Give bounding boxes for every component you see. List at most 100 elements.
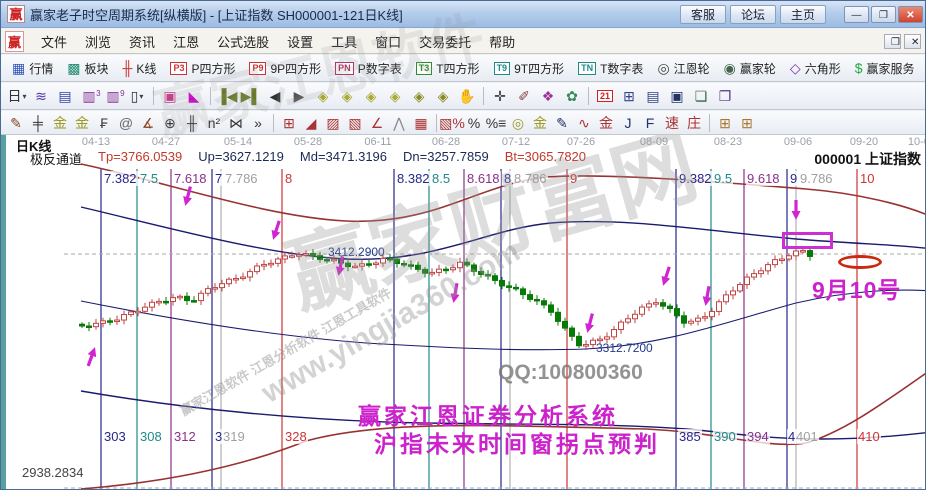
- angle-lines-icon[interactable]: ∠: [366, 113, 388, 133]
- arc-shade-icon[interactable]: ▧: [344, 113, 366, 133]
- compress-v-diamond-icon[interactable]: ◈: [407, 85, 431, 107]
- hash-ruler-icon[interactable]: ╪: [27, 113, 49, 133]
- calculator-icon[interactable]: ⊞: [617, 85, 641, 107]
- grid-b-icon[interactable]: ⊞: [736, 113, 758, 133]
- compress-h-diamond-icon[interactable]: ◈: [359, 85, 383, 107]
- screen-copy-icon[interactable]: ❏: [689, 85, 713, 107]
- chart-area[interactable]: 日K线 04-1304-2705-1405-2806-1106-2807-120…: [1, 135, 926, 490]
- period-style-dropdown-icon[interactable]: ▾: [22, 92, 26, 101]
- t-square-button[interactable]: T3T四方形: [409, 57, 487, 80]
- quotes-button[interactable]: ▦行情: [5, 57, 60, 80]
- gann-wheel-button[interactable]: ◎江恩轮: [650, 57, 716, 80]
- banker-angle-icon[interactable]: 庄: [683, 113, 705, 133]
- f-ruler-icon[interactable]: ₣: [93, 113, 115, 133]
- p-square-button[interactable]: P3P四方形: [163, 57, 242, 80]
- save-disk-icon[interactable]: ▣: [665, 85, 689, 107]
- p-number-table-button[interactable]: PNP数字表: [328, 57, 409, 80]
- f-angle-icon[interactable]: F: [639, 113, 661, 133]
- homepage-button[interactable]: 主页: [780, 5, 826, 24]
- 9t-square-button[interactable]: T99T四方形: [487, 57, 572, 80]
- close-button[interactable]: ✕: [898, 6, 923, 23]
- 9p-square-button[interactable]: P99P四方形: [242, 57, 328, 80]
- mirror-tool-icon[interactable]: ⋈: [225, 113, 247, 133]
- angle-measure-icon[interactable]: ∡: [137, 113, 159, 133]
- n-squared-icon[interactable]: n²: [203, 113, 225, 133]
- calendar-icon[interactable]: 21: [593, 85, 617, 107]
- gann-flower-icon[interactable]: ❖: [536, 85, 560, 107]
- menu-item-help[interactable]: 帮助: [480, 30, 524, 53]
- bars-3-icon[interactable]: ▥3: [77, 85, 101, 107]
- winner-wheel-button[interactable]: ◉赢家轮: [717, 57, 783, 80]
- candle-body: [360, 264, 365, 266]
- sectors-button[interactable]: ▩板块: [60, 57, 115, 80]
- calendar-badge-icon: 21: [597, 90, 613, 102]
- mdi-close-button[interactable]: ✕: [904, 34, 921, 49]
- single-candle-icon[interactable]: ▯▾: [125, 85, 149, 107]
- export-tool-icon[interactable]: ❐: [713, 85, 737, 107]
- period-style-icon[interactable]: 日▾: [5, 85, 29, 107]
- spiral-icon[interactable]: @: [115, 113, 137, 133]
- arc-box-icon[interactable]: ▨: [322, 113, 344, 133]
- app-logo-icon: 赢: [7, 5, 25, 23]
- gold-wave-icon[interactable]: 金: [595, 113, 617, 133]
- grid-a-icon[interactable]: ⊞: [714, 113, 736, 133]
- mdi-restore-button[interactable]: ❐: [884, 34, 901, 49]
- gold-lines-icon[interactable]: 金: [529, 113, 551, 133]
- expand-h-diamond-icon[interactable]: ◈: [383, 85, 407, 107]
- step-prev-icon[interactable]: ◀: [263, 85, 287, 107]
- menu-item-window[interactable]: 窗口: [366, 30, 410, 53]
- goto-last-icon[interactable]: ▶▌: [239, 85, 263, 107]
- gann-fan-icon[interactable]: ◢: [300, 113, 322, 133]
- single-candle-dropdown-icon[interactable]: ▾: [139, 92, 143, 101]
- crosshair-icon[interactable]: ✛: [488, 85, 512, 107]
- tick-ruler-icon[interactable]: ╫: [181, 113, 203, 133]
- menu-item-settings[interactable]: 设置: [278, 30, 322, 53]
- pan-left-diamond-icon[interactable]: ◈: [311, 85, 335, 107]
- minimize-button[interactable]: —: [844, 6, 869, 23]
- degree-circle-icon[interactable]: ⊕: [159, 113, 181, 133]
- bars-9-icon[interactable]: ▥9: [101, 85, 125, 107]
- gradient-flag-icon[interactable]: ◣: [182, 85, 206, 107]
- a-wave-icon[interactable]: ∿: [573, 113, 595, 133]
- gold-gann-b-icon[interactable]: 金: [71, 113, 93, 133]
- memo-note-icon[interactable]: ▤: [53, 85, 77, 107]
- winner-service-button[interactable]: $赢家服务: [848, 57, 922, 80]
- menu-item-gann[interactable]: 江恩: [164, 30, 208, 53]
- menu-item-tools[interactable]: 工具: [322, 30, 366, 53]
- percent-icon[interactable]: %: [463, 113, 485, 133]
- invalid-zone-icon[interactable]: ▣: [158, 85, 182, 107]
- menu-item-trade-order[interactable]: 交易委托: [410, 30, 480, 53]
- kline-button[interactable]: ╫K线: [116, 57, 164, 80]
- gold-gann-a-icon[interactable]: 金: [49, 113, 71, 133]
- j-angle-icon[interactable]: J: [617, 113, 639, 133]
- menu-item-file[interactable]: 文件: [32, 30, 76, 53]
- restore-button[interactable]: ❐: [871, 6, 896, 23]
- support-button[interactable]: 客服: [680, 5, 726, 24]
- forum-button[interactable]: 论坛: [730, 5, 776, 24]
- hexagon-button[interactable]: ◇六角形: [783, 57, 848, 80]
- dense-grid-icon[interactable]: ▦: [410, 113, 432, 133]
- candle-pencil-icon[interactable]: ✎: [551, 113, 573, 133]
- hand-tool-icon[interactable]: ✋: [455, 85, 479, 107]
- candle-body: [570, 328, 575, 336]
- gann-grid-box-icon[interactable]: ⊞: [278, 113, 300, 133]
- step-next-icon[interactable]: ▶: [287, 85, 311, 107]
- menu-item-news[interactable]: 资讯: [120, 30, 164, 53]
- speed-angle-icon[interactable]: 速: [661, 113, 683, 133]
- expand-all-diamond-icon[interactable]: ◈: [431, 85, 455, 107]
- percent-lines-icon[interactable]: %≡: [485, 113, 507, 133]
- leaf-tool-icon[interactable]: ✿: [560, 85, 584, 107]
- zigzag-icon[interactable]: ⋀: [388, 113, 410, 133]
- goto-first-icon[interactable]: ▐◀: [215, 85, 239, 107]
- menu-item-formula-stock-pick[interactable]: 公式选股: [208, 30, 278, 53]
- menu-item-browse[interactable]: 浏览: [76, 30, 120, 53]
- t-number-table-button[interactable]: TNT数字表: [571, 57, 650, 80]
- percent-box-icon[interactable]: ▧%: [441, 113, 463, 133]
- gold-circle-icon[interactable]: ◎: [507, 113, 529, 133]
- trend-wave-icon[interactable]: ≋: [29, 85, 53, 107]
- pencil-icon[interactable]: ✎: [5, 113, 27, 133]
- pan-right-diamond-icon[interactable]: ◈: [335, 85, 359, 107]
- callout-pointer-icon[interactable]: ✐: [512, 85, 536, 107]
- more-chevron-icon[interactable]: »: [247, 113, 269, 133]
- notes-pad-icon[interactable]: ▤: [641, 85, 665, 107]
